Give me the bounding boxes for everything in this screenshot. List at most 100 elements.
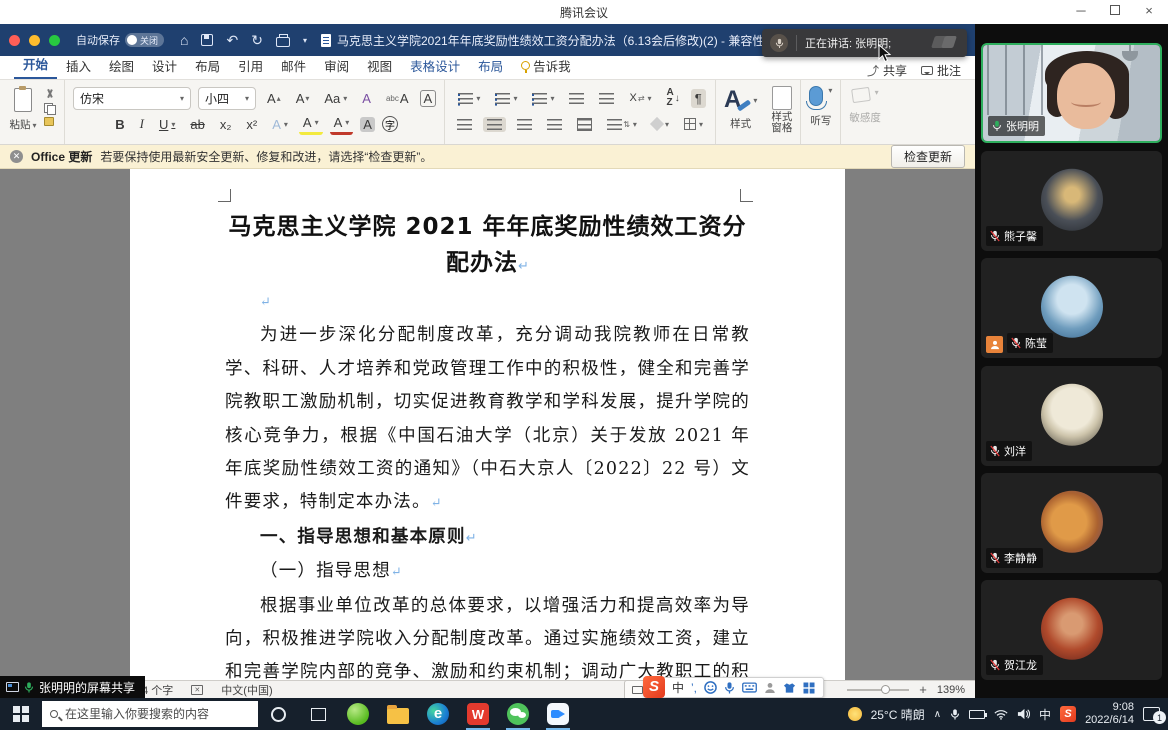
bullets-button[interactable]: ▾ bbox=[454, 91, 484, 106]
cut-icon[interactable] bbox=[44, 89, 56, 99]
tab-home[interactable]: 开始 bbox=[14, 51, 57, 79]
participant-tile-lijingjing[interactable]: 李静静 bbox=[981, 473, 1162, 573]
participant-tile-chenying[interactable]: 陈莹 bbox=[981, 258, 1162, 358]
show-marks-button[interactable]: ¶ bbox=[691, 89, 706, 108]
battery-icon[interactable] bbox=[969, 710, 985, 719]
underline-button[interactable]: U▾ bbox=[155, 115, 179, 134]
tab-tell-me[interactable]: 告诉我 bbox=[512, 53, 580, 79]
cortana-button[interactable] bbox=[258, 698, 298, 730]
home-icon[interactable]: ⌂ bbox=[180, 32, 188, 48]
tray-clock[interactable]: 9:082022/6/14 bbox=[1085, 701, 1134, 727]
start-button[interactable] bbox=[0, 698, 42, 730]
share-button[interactable]: ⤴ 共享 bbox=[867, 62, 907, 79]
italic-button[interactable]: I bbox=[136, 114, 148, 134]
ime-skin-icon[interactable] bbox=[783, 682, 796, 694]
taskbar-search[interactable] bbox=[42, 701, 258, 727]
action-center-icon[interactable]: 1 bbox=[1143, 707, 1160, 721]
language-status[interactable]: 中文(中国) bbox=[221, 682, 272, 698]
search-input[interactable] bbox=[65, 707, 235, 721]
comments-button[interactable]: 批注 bbox=[921, 62, 961, 79]
tab-layout[interactable]: 布局 bbox=[186, 53, 229, 79]
numbering-button[interactable]: ▾ bbox=[491, 91, 521, 106]
minimize-button[interactable]: ─ bbox=[1072, 3, 1090, 18]
zoom-slider[interactable] bbox=[847, 689, 909, 691]
bold-button[interactable]: B bbox=[111, 115, 128, 134]
save-icon[interactable] bbox=[201, 34, 213, 46]
maximize-button[interactable] bbox=[1106, 3, 1124, 18]
styles-button[interactable]: A▾ 样式 bbox=[724, 86, 757, 131]
wifi-icon[interactable] bbox=[994, 709, 1008, 720]
clear-format-button[interactable]: A bbox=[358, 89, 375, 108]
strikethrough-button[interactable]: ab bbox=[186, 115, 208, 134]
ime-keyboard-icon[interactable] bbox=[742, 682, 757, 693]
format-painter-icon[interactable] bbox=[44, 117, 54, 126]
check-updates-button[interactable]: 检查更新 bbox=[891, 145, 965, 168]
superscript-button[interactable]: x² bbox=[242, 115, 261, 134]
tab-draw[interactable]: 绘图 bbox=[100, 53, 143, 79]
tab-review[interactable]: 审阅 bbox=[315, 53, 358, 79]
zoom-in-button[interactable]: + bbox=[919, 682, 927, 697]
mac-zoom-button[interactable] bbox=[49, 35, 60, 46]
asian-layout-button[interactable]: X⇄▾ bbox=[625, 90, 655, 106]
taskbar-app-edge[interactable]: e bbox=[418, 698, 458, 730]
borders-button[interactable]: ▾ bbox=[680, 116, 707, 132]
participant-tile-liuyang[interactable]: 刘洋 bbox=[981, 366, 1162, 466]
increase-indent-button[interactable] bbox=[595, 91, 618, 106]
print-icon[interactable] bbox=[276, 37, 290, 47]
tray-mic-icon[interactable] bbox=[950, 708, 960, 721]
sogou-logo-icon[interactable]: S bbox=[643, 676, 665, 698]
zoom-slider-thumb[interactable] bbox=[881, 685, 890, 694]
ime-mode-chinese[interactable]: 中 bbox=[672, 679, 684, 696]
weather-sun-icon[interactable] bbox=[848, 707, 862, 721]
tab-mailings[interactable]: 邮件 bbox=[272, 53, 315, 79]
tab-design[interactable]: 设计 bbox=[143, 53, 186, 79]
mac-close-button[interactable] bbox=[9, 35, 20, 46]
phonetic-guide-button[interactable]: abcA bbox=[382, 89, 413, 108]
redo-icon[interactable]: ↻ bbox=[251, 32, 263, 49]
font-size-combo[interactable]: 小四▾ bbox=[198, 87, 256, 110]
sort-button[interactable]: AZ↓ bbox=[663, 86, 684, 110]
tab-table-layout[interactable]: 布局 bbox=[469, 53, 512, 79]
participant-tile-zhangmingming[interactable]: 张明明 bbox=[981, 43, 1162, 143]
participant-tile-xiongzixin[interactable]: 熊子馨 bbox=[981, 151, 1162, 251]
copy-icon[interactable] bbox=[44, 103, 56, 113]
tab-table-design[interactable]: 表格设计 bbox=[401, 53, 469, 79]
participant-tile-hejianglong[interactable]: 贺江龙 bbox=[981, 580, 1162, 680]
autosave-control[interactable]: 自动保存 关闭 bbox=[76, 32, 164, 48]
taskbar-app-browser360[interactable] bbox=[338, 698, 378, 730]
shrink-font-button[interactable]: A▾ bbox=[292, 89, 314, 108]
ime-punctuation[interactable]: ’, bbox=[691, 681, 697, 695]
mac-minimize-button[interactable] bbox=[29, 35, 40, 46]
align-center-button[interactable] bbox=[483, 117, 506, 132]
decrease-indent-button[interactable] bbox=[565, 91, 588, 106]
ime-person-icon[interactable] bbox=[764, 682, 776, 694]
ime-emoji-icon[interactable] bbox=[704, 681, 717, 694]
font-color-button[interactable]: A▾ bbox=[330, 113, 354, 135]
taskbar-app-wps[interactable]: W bbox=[458, 698, 498, 730]
change-case-button[interactable]: Aa▾ bbox=[320, 89, 351, 108]
qat-dropdown-icon[interactable]: ▾ bbox=[303, 36, 307, 45]
tab-references[interactable]: 引用 bbox=[229, 53, 272, 79]
highlight-button[interactable]: A▾ bbox=[299, 113, 323, 135]
tab-insert[interactable]: 插入 bbox=[57, 53, 100, 79]
enclose-char-button[interactable]: 字 bbox=[382, 116, 398, 132]
align-left-button[interactable] bbox=[453, 117, 476, 132]
font-name-combo[interactable]: 仿宋▾ bbox=[73, 87, 191, 110]
undo-icon[interactable]: ↶ bbox=[226, 32, 238, 49]
justify-button[interactable] bbox=[543, 117, 566, 132]
align-right-button[interactable] bbox=[513, 117, 536, 132]
taskbar-app-meeting[interactable] bbox=[538, 698, 578, 730]
char-border-button[interactable]: A bbox=[420, 90, 437, 107]
char-shading-button[interactable]: A bbox=[360, 117, 375, 132]
distribute-button[interactable] bbox=[573, 116, 596, 133]
zoom-level[interactable]: 139% bbox=[937, 684, 965, 696]
document-page[interactable]: 马克思主义学院 2021 年年底奖励性绩效工资分配办法↵ ↵ 为进一步深化分配制… bbox=[130, 169, 845, 680]
text-effects-button[interactable]: A▾ bbox=[268, 115, 292, 134]
taskbar-app-explorer[interactable] bbox=[378, 698, 418, 730]
autosave-toggle[interactable]: 关闭 bbox=[125, 33, 164, 47]
volume-icon[interactable] bbox=[1017, 708, 1030, 720]
weather-text[interactable]: 25°C 晴朗 bbox=[871, 706, 925, 723]
style-pane-button[interactable]: 样式窗格 bbox=[771, 86, 792, 134]
paste-button[interactable] bbox=[8, 85, 38, 115]
tray-sogou-icon[interactable]: S bbox=[1060, 706, 1076, 722]
